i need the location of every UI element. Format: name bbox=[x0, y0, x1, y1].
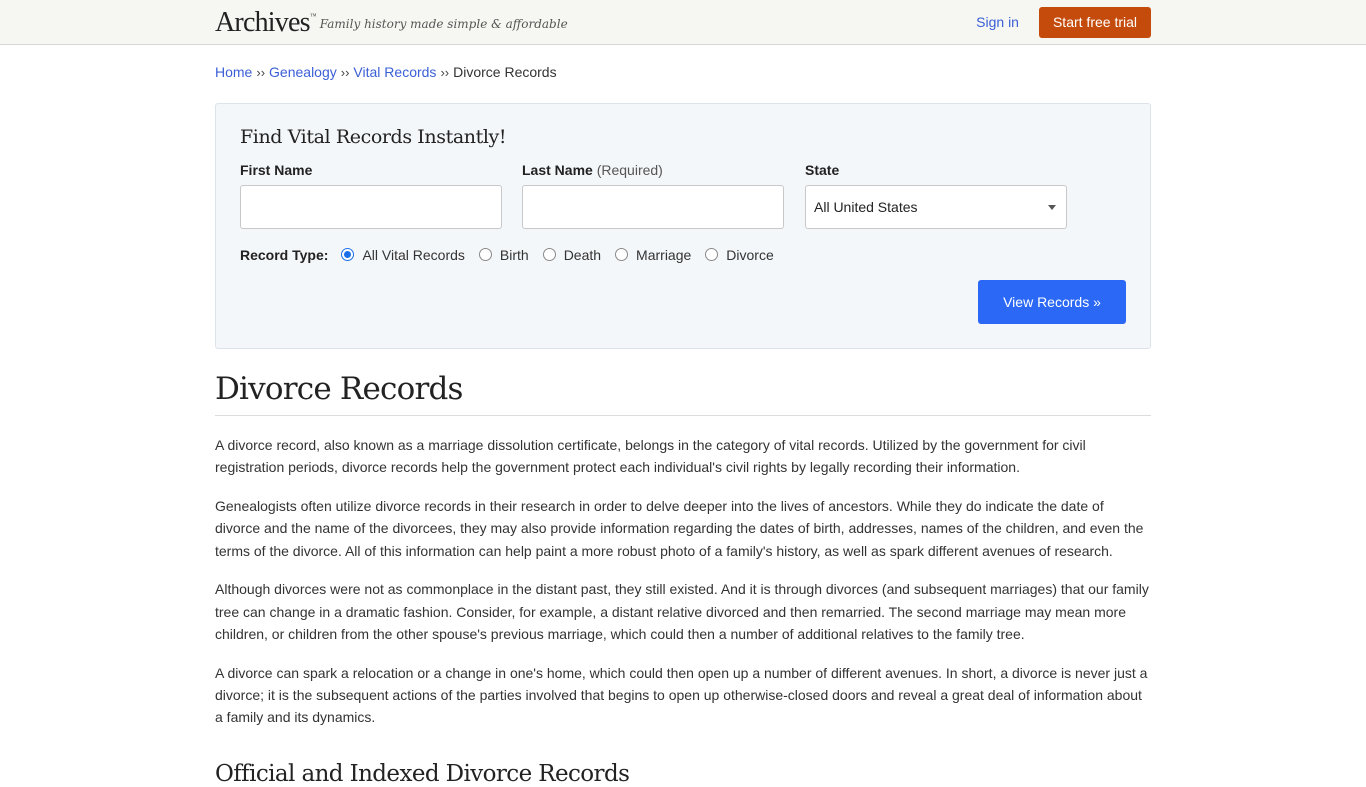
last-name-label: Last Name (Required) bbox=[522, 162, 784, 178]
radio-all-vital-records[interactable]: All Vital Records bbox=[341, 247, 465, 263]
article-paragraph: Although divorces were not as commonplac… bbox=[215, 581, 1149, 643]
section-heading: Official and Indexed Divorce Records bbox=[215, 760, 630, 787]
radio-label: Death bbox=[563, 247, 602, 263]
first-name-input[interactable] bbox=[240, 185, 502, 229]
radio-death[interactable]: Death bbox=[542, 247, 602, 263]
state-selected-value: All United States bbox=[814, 199, 918, 215]
article-paragraph: A divorce can spark a relocation or a ch… bbox=[215, 664, 1148, 726]
radio-button[interactable] bbox=[542, 247, 556, 261]
radio-label: All Vital Records bbox=[362, 247, 465, 263]
breadcrumb-separator: ›› bbox=[340, 65, 350, 80]
breadcrumb-genealogy[interactable]: Genealogy bbox=[269, 64, 337, 80]
article: Divorce Records A divorce record, also k… bbox=[215, 369, 1151, 787]
vital-records-search-form: Find Vital Records Instantly! First Name… bbox=[215, 103, 1151, 349]
main-container: Home ›› Genealogy ›› Vital Records ›› Divorce … bbox=[215, 64, 1151, 787]
radio-birth[interactable]: Birth bbox=[478, 247, 529, 263]
last-name-group: Last Name (Required) bbox=[522, 162, 784, 229]
radio-button-checked[interactable] bbox=[341, 247, 355, 261]
radio-divorce[interactable]: Divorce bbox=[705, 247, 774, 263]
state-label: State bbox=[805, 162, 840, 178]
last-name-input[interactable] bbox=[522, 185, 784, 229]
search-fields: First Name Last Name (Required) State Al… bbox=[240, 162, 1126, 229]
article-body: A divorce record, also known as a marria… bbox=[215, 434, 1151, 729]
radio-button[interactable] bbox=[478, 247, 492, 261]
top-navigation-bar: Archives™ Family history made simple & a… bbox=[0, 0, 1366, 45]
article-paragraph: Genealogists often utilize divorce recor… bbox=[215, 498, 1144, 559]
view-records-button[interactable]: View Records » bbox=[978, 280, 1126, 324]
search-form-title: Find Vital Records Instantly! bbox=[240, 126, 507, 148]
radio-button[interactable] bbox=[705, 247, 719, 261]
page-title: Divorce Records bbox=[215, 369, 1151, 416]
tagline: Family history made simple & affordable bbox=[319, 17, 568, 31]
article-paragraph: A divorce record, also known as a marria… bbox=[215, 437, 1086, 476]
brand: Archives™ Family history made simple & a… bbox=[215, 9, 568, 37]
radio-marriage[interactable]: Marriage bbox=[615, 247, 691, 263]
radio-label: Divorce bbox=[726, 247, 774, 263]
required-indicator: (Required) bbox=[596, 162, 663, 178]
breadcrumb: Home ›› Genealogy ›› Vital Records ›› Divorce … bbox=[215, 64, 1151, 84]
breadcrumb-vital-records[interactable]: Vital Records bbox=[353, 64, 436, 80]
breadcrumb-separator: ›› bbox=[440, 65, 450, 80]
record-type-label: Record Type: bbox=[240, 247, 329, 263]
last-name-label-text: Last Name bbox=[522, 162, 593, 178]
sign-in-link[interactable]: Sign in bbox=[976, 14, 1019, 30]
logo-text: Archives bbox=[215, 7, 310, 38]
radio-label: Birth bbox=[499, 247, 529, 263]
state-select[interactable]: All United States bbox=[805, 185, 1067, 229]
breadcrumb-separator: ›› bbox=[256, 65, 266, 80]
record-type-group: Record Type: All Vital Records Birth Dea… bbox=[240, 247, 1126, 263]
first-name-group: First Name bbox=[240, 162, 502, 229]
chevron-down-icon bbox=[1048, 204, 1056, 210]
breadcrumb-current: Divorce Records bbox=[453, 64, 557, 80]
trademark-symbol: ™ bbox=[309, 12, 317, 20]
breadcrumb-home[interactable]: Home bbox=[215, 64, 252, 80]
radio-label: Marriage bbox=[636, 247, 692, 263]
archives-logo[interactable]: Archives™ bbox=[215, 7, 317, 38]
state-group: State All United States bbox=[805, 162, 1067, 229]
header-actions: Sign in Start free trial bbox=[976, 6, 1151, 38]
start-free-trial-button[interactable]: Start free trial bbox=[1038, 6, 1151, 38]
radio-button[interactable] bbox=[615, 247, 629, 261]
first-name-label: First Name bbox=[240, 162, 313, 178]
